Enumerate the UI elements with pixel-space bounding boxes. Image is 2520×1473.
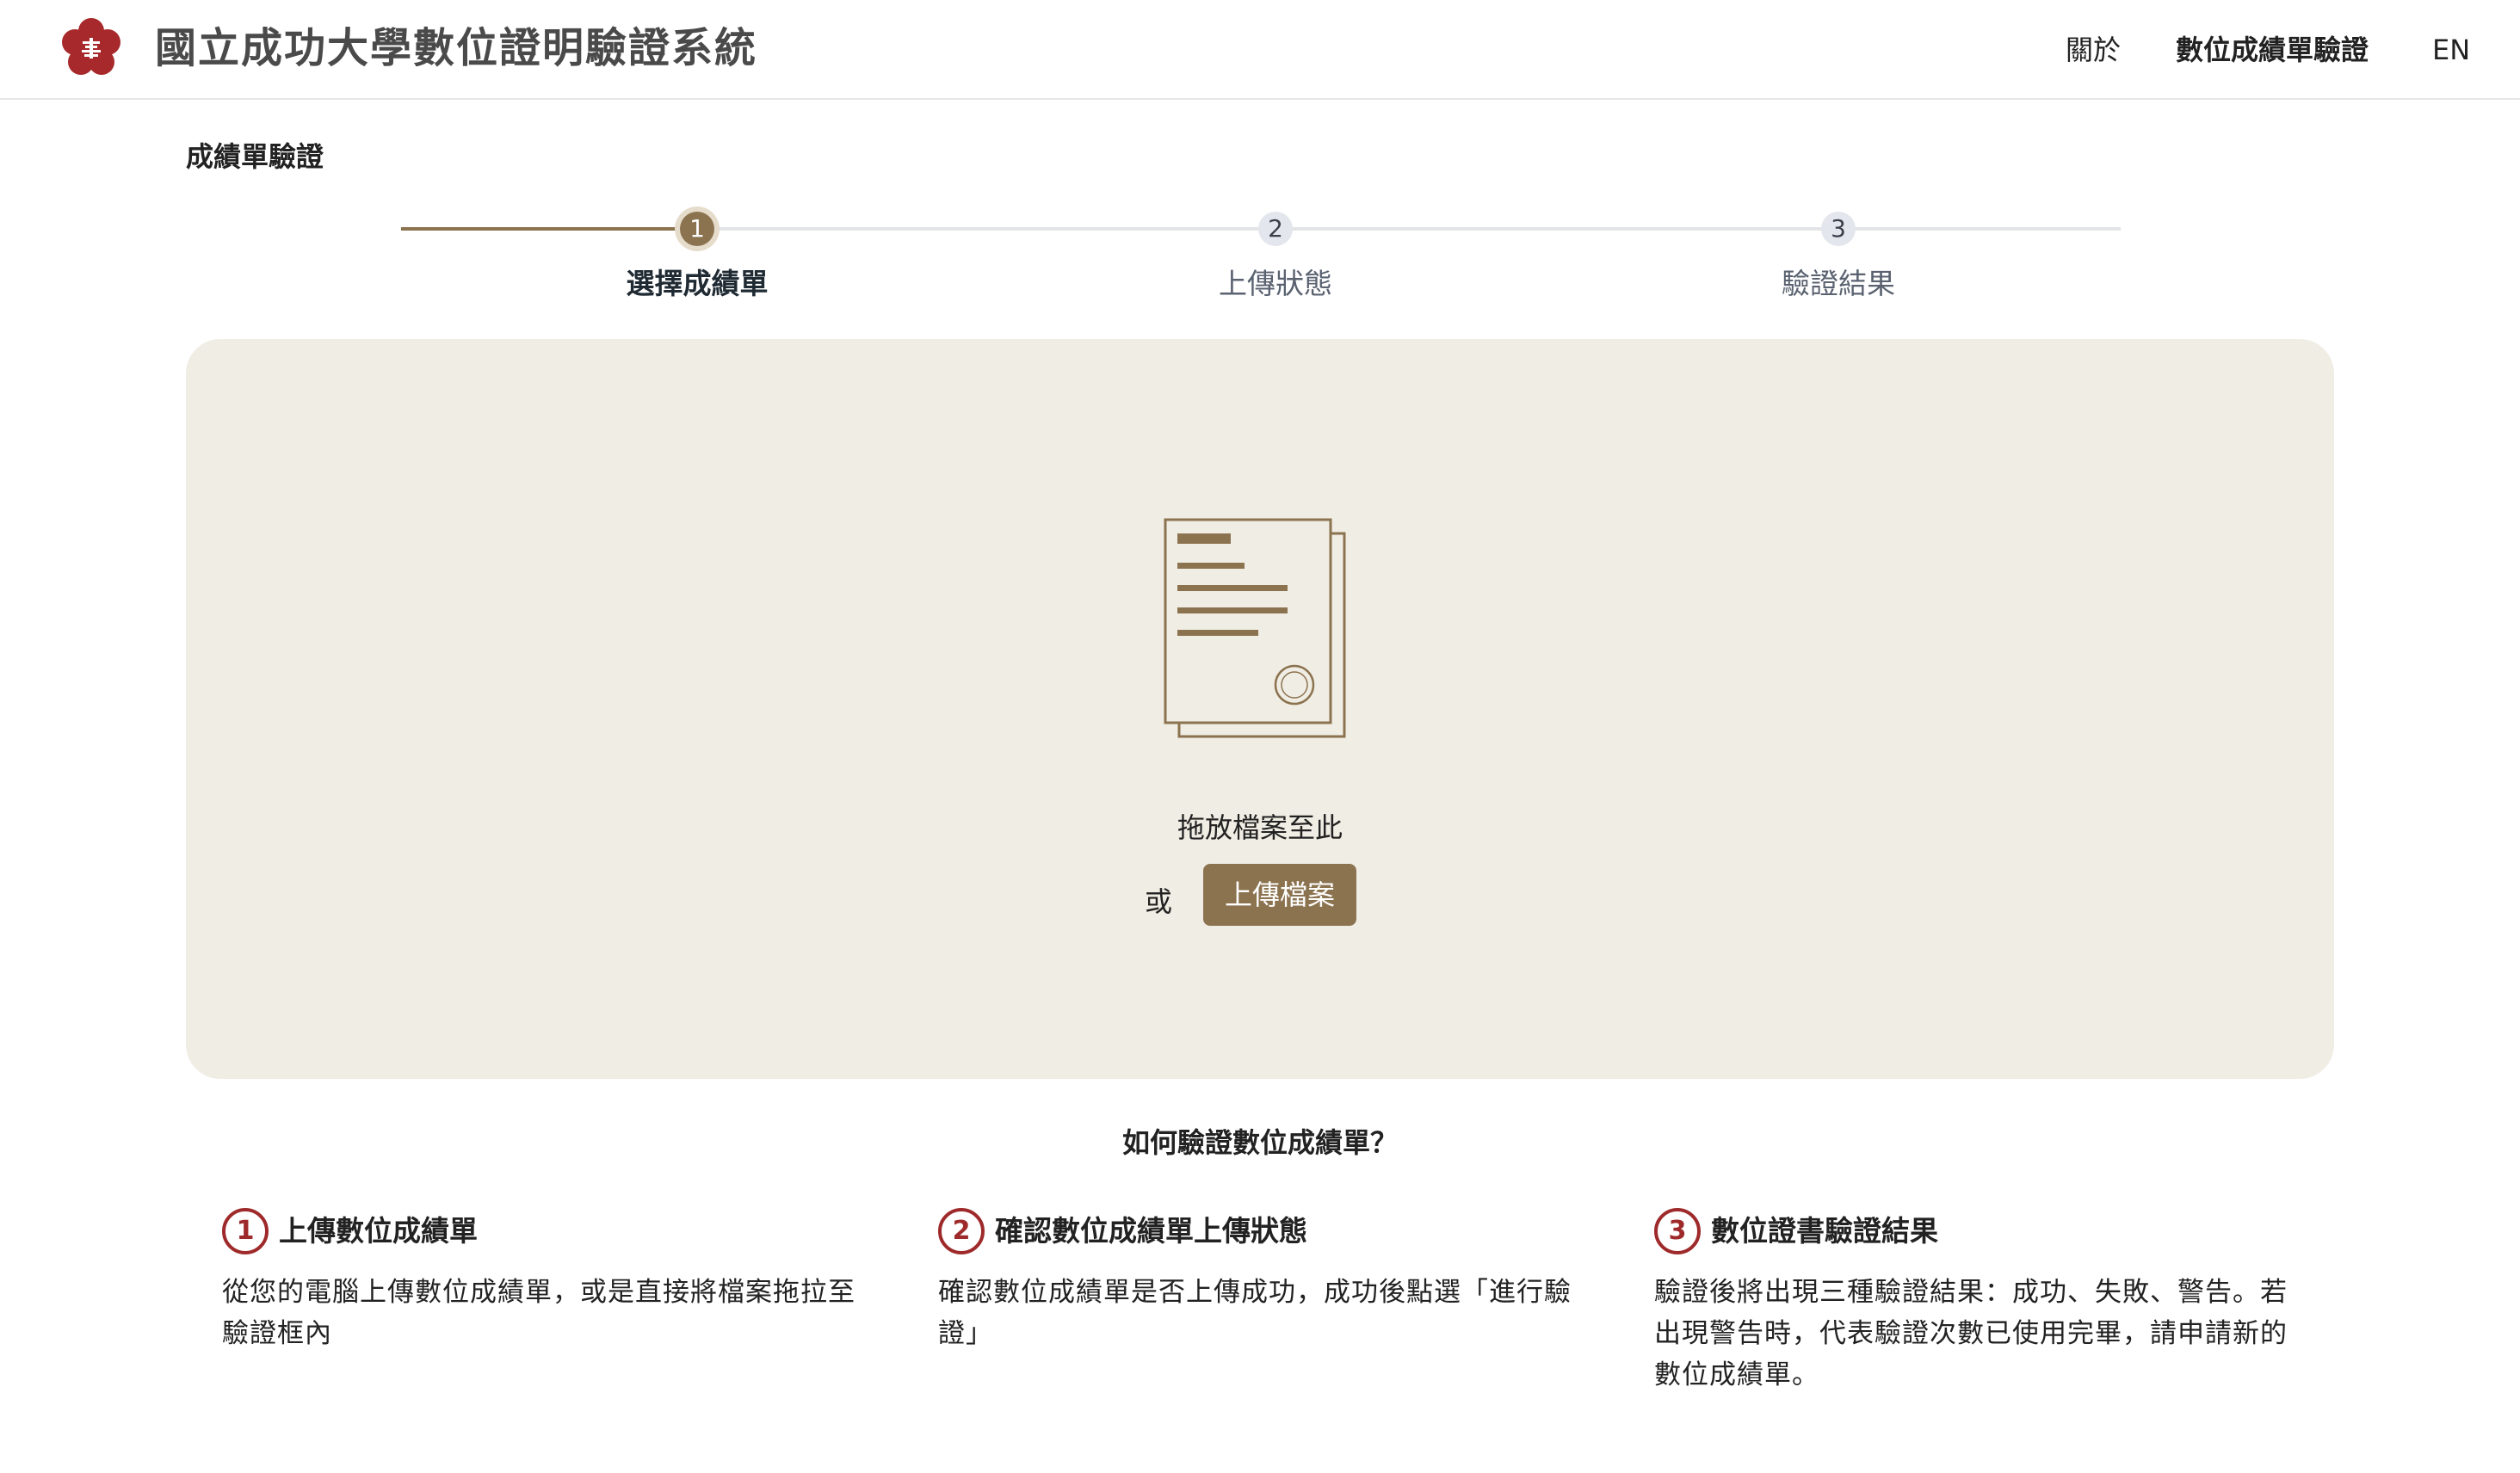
step-3-label: 驗證結果	[1782, 267, 1895, 300]
howto-step-3-heading: 數位證書驗證結果	[1711, 1214, 1938, 1248]
howto-step-1-heading: 上傳數位成績單	[279, 1214, 478, 1248]
step-1-label: 選擇成績單	[626, 267, 769, 300]
nav-transcript-verification[interactable]: 數位成績單驗證	[2176, 26, 2369, 74]
transcript-document-icon	[1164, 518, 1346, 738]
drop-instruction-text: 拖放檔案至此	[1177, 811, 1343, 844]
site-title[interactable]: 國立成功大學數位證明驗證系統	[155, 21, 757, 76]
upload-file-button[interactable]: 上傳檔案	[1203, 864, 1356, 926]
step-2-label: 上傳狀態	[1219, 267, 1332, 300]
page-section-label: 成績單驗證	[186, 140, 324, 173]
step-1-indicator: 1	[680, 212, 714, 246]
stepper-track-line	[697, 227, 2121, 231]
howto-step-2-number: 2	[938, 1208, 985, 1254]
howto-step-1-number: 1	[222, 1208, 269, 1254]
nav-about[interactable]: 關於	[2066, 26, 2121, 74]
ncku-logo-icon[interactable]	[57, 14, 126, 83]
howto-step-1-description: 從您的電腦上傳數位成績單，或是直接將檔案拖拉至驗證框內	[222, 1277, 855, 1349]
howto-step-3-description: 驗證後將出現三種驗證結果：成功、失敗、警告。若出現警告時，代表驗證次數已使用完畢…	[1654, 1277, 2288, 1390]
howto-step-2-description: 確認數位成績單是否上傳成功，成功後點選「進行驗證」	[938, 1277, 1572, 1349]
howto-step-3-number: 3	[1654, 1208, 1701, 1254]
top-header: 國立成功大學數位證明驗證系統 關於 數位成績單驗證 EN	[0, 0, 2520, 100]
language-switch[interactable]: EN	[2432, 26, 2470, 74]
howto-title: 如何驗證數位成績單？	[1121, 1126, 1398, 1159]
or-text: 或	[1145, 885, 1173, 918]
step-2-indicator: 2	[1258, 212, 1293, 246]
step-3-indicator: 3	[1821, 212, 1856, 246]
howto-step-2-heading: 確認數位成績單上傳狀態	[995, 1214, 1307, 1248]
stepper-progress-line	[401, 227, 697, 231]
